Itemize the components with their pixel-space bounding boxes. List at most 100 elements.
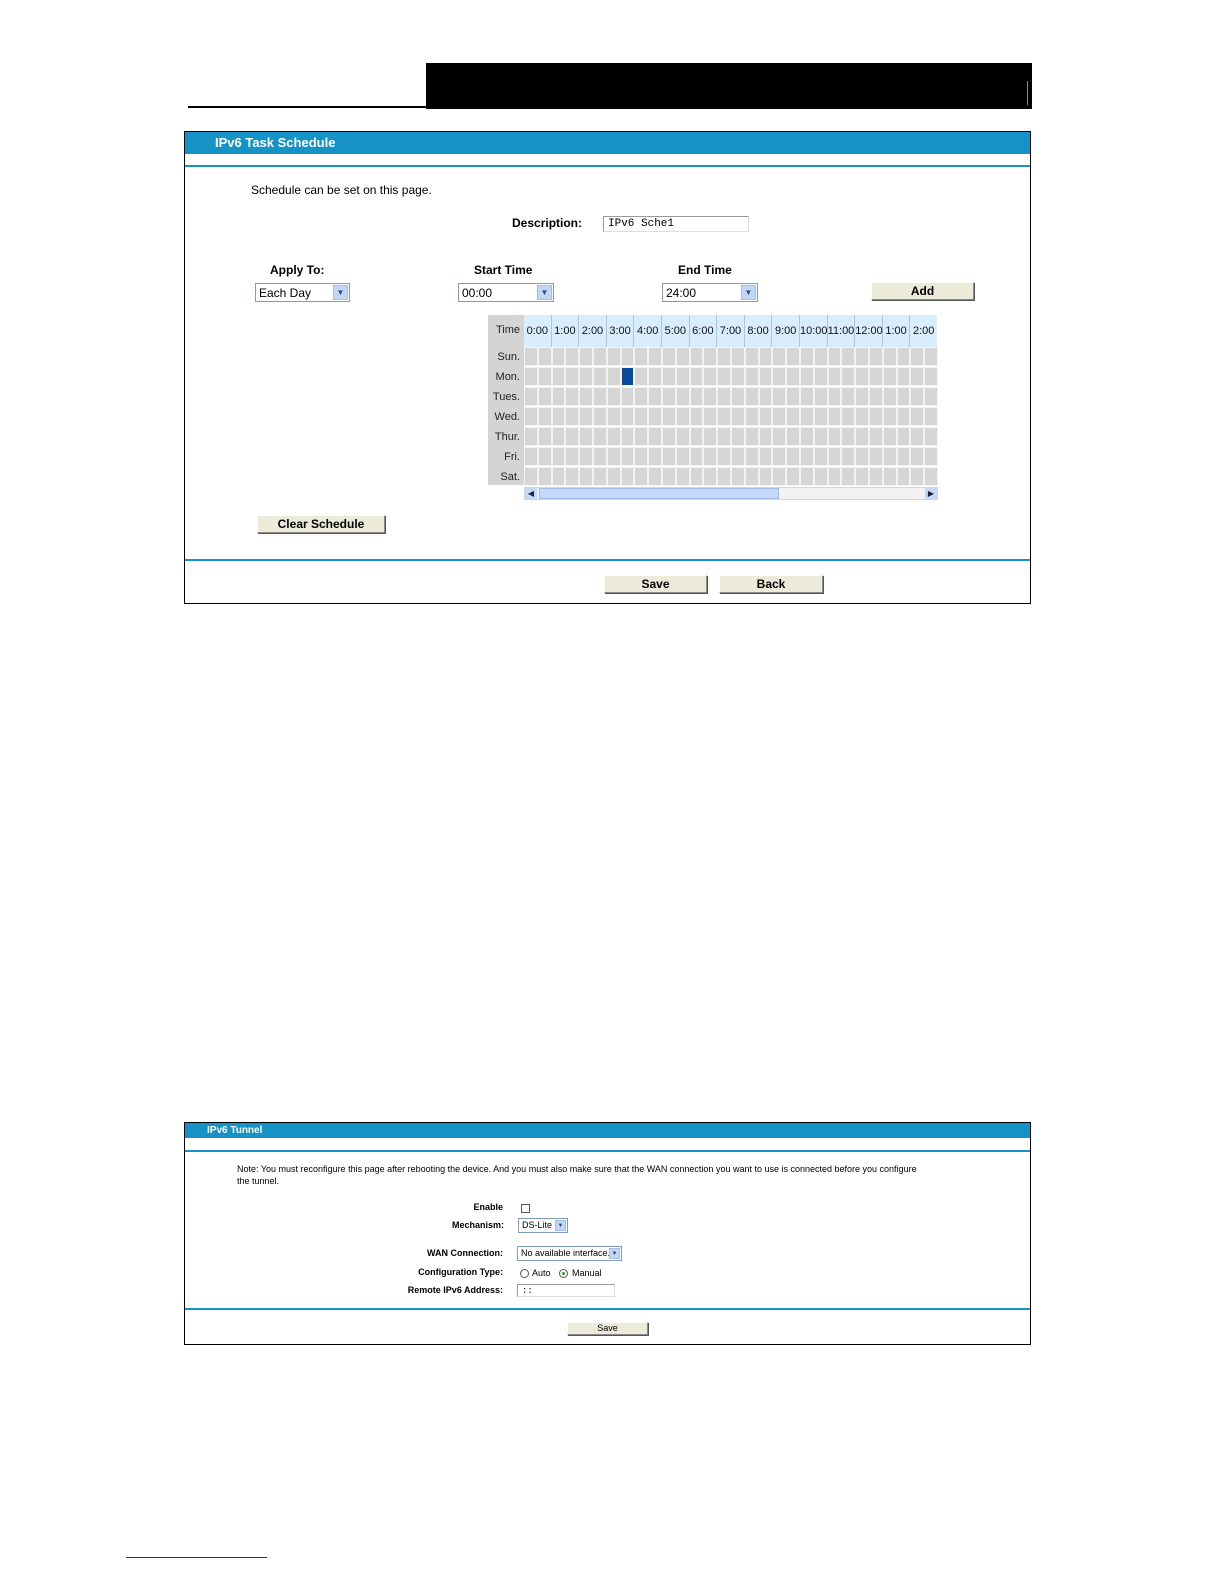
schedule-cell[interactable]: [620, 407, 635, 426]
schedule-cell[interactable]: [758, 467, 773, 486]
clear-schedule-button[interactable]: Clear Schedule: [257, 515, 385, 533]
end-time-select[interactable]: 24:00 ▼: [662, 283, 758, 302]
schedule-cell[interactable]: [800, 467, 814, 486]
schedule-cell[interactable]: [593, 367, 607, 386]
schedule-cell[interactable]: [855, 387, 869, 406]
horizontal-scrollbar[interactable]: ◀ ▶: [524, 487, 938, 500]
schedule-cell[interactable]: [551, 347, 566, 366]
schedule-cell[interactable]: [841, 467, 856, 486]
schedule-cell[interactable]: [717, 347, 731, 366]
schedule-cell[interactable]: [565, 467, 580, 486]
schedule-cell[interactable]: [841, 367, 856, 386]
schedule-cell[interactable]: [662, 387, 676, 406]
enable-checkbox[interactable]: [521, 1204, 530, 1213]
schedule-cell[interactable]: [896, 427, 911, 446]
schedule-cell[interactable]: [703, 467, 718, 486]
schedule-cell[interactable]: [772, 467, 787, 486]
schedule-cell[interactable]: [896, 447, 911, 466]
schedule-cell[interactable]: [703, 427, 718, 446]
schedule-cell[interactable]: [675, 347, 690, 366]
schedule-cell[interactable]: [896, 347, 911, 366]
schedule-cell[interactable]: [634, 427, 649, 446]
schedule-cell[interactable]: [675, 427, 690, 446]
schedule-cell[interactable]: [593, 407, 607, 426]
schedule-cell[interactable]: [882, 347, 897, 366]
schedule-cell[interactable]: [662, 347, 676, 366]
schedule-cell[interactable]: [786, 427, 800, 446]
schedule-cell[interactable]: [648, 467, 662, 486]
schedule-cell[interactable]: [620, 447, 635, 466]
schedule-cell[interactable]: [896, 387, 911, 406]
schedule-cell[interactable]: [662, 407, 676, 426]
schedule-cell[interactable]: [620, 367, 635, 386]
schedule-cell[interactable]: [703, 367, 718, 386]
scroll-right-icon[interactable]: ▶: [925, 488, 937, 499]
schedule-cell[interactable]: [882, 387, 897, 406]
schedule-cell[interactable]: [593, 467, 607, 486]
save-button[interactable]: Save: [604, 575, 707, 593]
schedule-cell[interactable]: [579, 347, 593, 366]
schedule-cell[interactable]: [565, 367, 580, 386]
schedule-cell[interactable]: [524, 467, 538, 486]
schedule-cell[interactable]: [565, 347, 580, 366]
schedule-cell[interactable]: [813, 427, 828, 446]
schedule-cell[interactable]: [537, 447, 552, 466]
add-button[interactable]: Add: [871, 282, 974, 300]
schedule-cell[interactable]: [717, 447, 731, 466]
schedule-cell[interactable]: [813, 407, 828, 426]
schedule-cell[interactable]: [703, 387, 718, 406]
schedule-cell[interactable]: [524, 427, 538, 446]
schedule-cell[interactable]: [606, 447, 621, 466]
schedule-cell[interactable]: [593, 347, 607, 366]
schedule-cell[interactable]: [537, 387, 552, 406]
schedule-cell[interactable]: [758, 407, 773, 426]
schedule-cell[interactable]: [524, 407, 538, 426]
schedule-cell[interactable]: [717, 407, 731, 426]
schedule-cell[interactable]: [648, 347, 662, 366]
schedule-cell[interactable]: [662, 427, 676, 446]
schedule-cell[interactable]: [827, 407, 842, 426]
schedule-cell[interactable]: [634, 367, 649, 386]
schedule-cell[interactable]: [620, 467, 635, 486]
schedule-cell[interactable]: [675, 407, 690, 426]
scroll-left-icon[interactable]: ◀: [525, 488, 537, 499]
schedule-cell[interactable]: [910, 407, 925, 426]
schedule-cell[interactable]: [689, 447, 704, 466]
schedule-cell[interactable]: [786, 387, 800, 406]
schedule-cell[interactable]: [924, 347, 938, 366]
schedule-cell[interactable]: [731, 407, 745, 426]
schedule-cell[interactable]: [565, 387, 580, 406]
schedule-cell[interactable]: [786, 467, 800, 486]
remote-ipv6-input[interactable]: [517, 1284, 615, 1297]
schedule-cell[interactable]: [675, 367, 690, 386]
schedule-cell[interactable]: [620, 387, 635, 406]
schedule-cell[interactable]: [620, 347, 635, 366]
schedule-cell[interactable]: [758, 427, 773, 446]
schedule-cell[interactable]: [758, 387, 773, 406]
schedule-cell[interactable]: [579, 427, 593, 446]
schedule-cell[interactable]: [551, 387, 566, 406]
schedule-cell[interactable]: [827, 347, 842, 366]
schedule-cell[interactable]: [744, 407, 759, 426]
schedule-cell[interactable]: [827, 447, 842, 466]
schedule-cell[interactable]: [648, 447, 662, 466]
schedule-cell[interactable]: [855, 467, 869, 486]
schedule-cell[interactable]: [855, 367, 869, 386]
schedule-cell[interactable]: [551, 427, 566, 446]
schedule-cell[interactable]: [579, 367, 593, 386]
schedule-cell[interactable]: [579, 407, 593, 426]
schedule-cell[interactable]: [648, 427, 662, 446]
schedule-cell[interactable]: [910, 347, 925, 366]
schedule-cell[interactable]: [786, 447, 800, 466]
schedule-cell[interactable]: [827, 467, 842, 486]
schedule-cell[interactable]: [551, 407, 566, 426]
schedule-cell[interactable]: [855, 447, 869, 466]
schedule-cell[interactable]: [869, 407, 883, 426]
schedule-cell[interactable]: [841, 387, 856, 406]
schedule-cell[interactable]: [689, 467, 704, 486]
schedule-cell[interactable]: [689, 367, 704, 386]
schedule-cell[interactable]: [813, 387, 828, 406]
schedule-cell[interactable]: [606, 387, 621, 406]
schedule-cell[interactable]: [634, 347, 649, 366]
schedule-cell[interactable]: [772, 347, 787, 366]
